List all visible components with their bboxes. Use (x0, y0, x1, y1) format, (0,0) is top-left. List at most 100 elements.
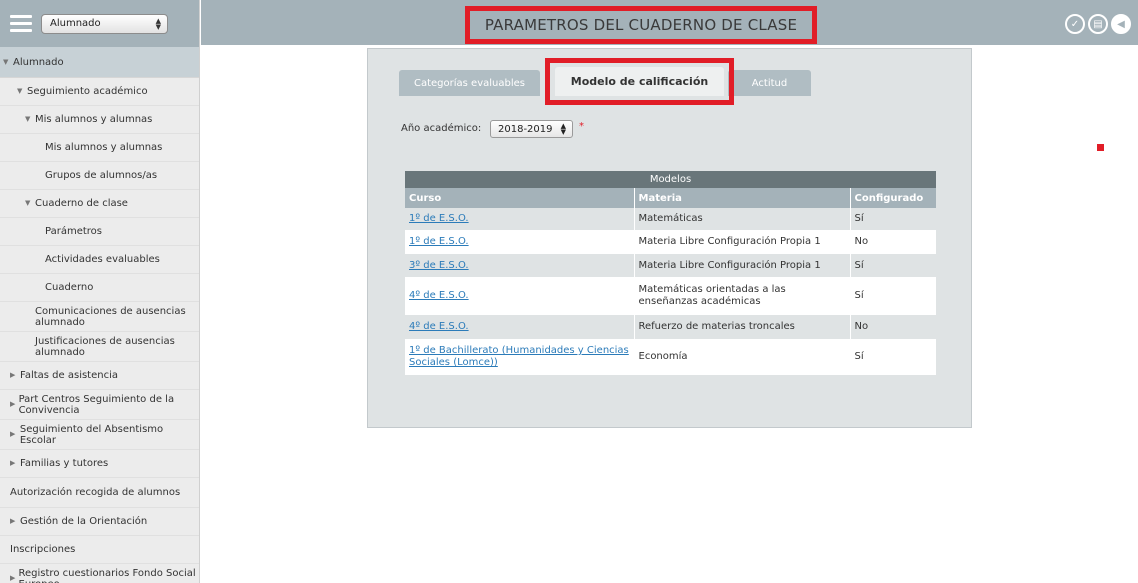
sidebar-item-grupos-alumnos[interactable]: Grupos de alumnos/as (0, 162, 199, 190)
curso-link[interactable]: 4º de E.S.O. (409, 321, 469, 332)
table-cell-configurado: Sí (850, 208, 936, 230)
sidebar-item-cuaderno-de-clase[interactable]: ▼ Cuaderno de clase (0, 190, 199, 218)
back-arrow-icon[interactable]: ◀ (1111, 14, 1131, 34)
sidebar: Alumnado ▲ ▼ ▼ Alumnado ▼ Seguimiento aca… (0, 0, 200, 583)
table-cell-configurado: Sí (850, 254, 936, 277)
curso-link[interactable]: 1º de E.S.O. (409, 236, 469, 247)
table-cell-configurado: No (850, 315, 936, 339)
table-cell-curso: 1º de E.S.O. (405, 230, 635, 254)
curso-link[interactable]: 1º de E.S.O. (409, 213, 469, 224)
sidebar-item-label: Familias y tutores (20, 458, 109, 469)
tab-modelo-calificacion[interactable]: Modelo de calificación (555, 67, 724, 96)
hamburger-menu-icon[interactable] (10, 15, 32, 32)
sidebar-section-alumnado[interactable]: ▼ Alumnado (0, 47, 199, 78)
required-marker: * (579, 121, 584, 132)
table-row: 4º de E.S.O. Refuerzo de materias tronca… (405, 315, 936, 339)
table-cell-materia: Matemáticas orientadas a las enseñanzas … (634, 277, 851, 315)
tab-actitud[interactable]: Actitud (728, 70, 811, 96)
sidebar-item-label: Gestión de la Orientación (20, 516, 148, 527)
table-row: 4º de E.S.O. Matemáticas orientadas a la… (405, 277, 936, 315)
sidebar-item-actividades-evaluables[interactable]: Actividades evaluables (0, 246, 199, 274)
collapsed-triangle-icon: ▶ (10, 400, 16, 408)
table-row: 1º de E.S.O. Materia Libre Configuración… (405, 230, 936, 254)
tab-label: Actitud (751, 77, 788, 89)
column-header-materia[interactable]: Materia (634, 188, 851, 208)
collapsed-triangle-icon: ▶ (10, 371, 16, 379)
sidebar-item-label: Seguimiento académico (27, 86, 148, 97)
sidebar-item-cuaderno[interactable]: Cuaderno (0, 274, 199, 302)
table-cell-curso: 4º de E.S.O. (405, 277, 635, 315)
ano-academico-value: 2018-2019 (498, 123, 553, 135)
table-row: 1º de E.S.O. Matemáticas Sí (405, 208, 936, 230)
sidebar-item-label: Faltas de asistencia (20, 370, 118, 381)
profile-select[interactable]: Alumnado ▲ ▼ (41, 13, 168, 34)
collapsed-triangle-icon: ▶ (10, 430, 16, 438)
document-icon[interactable]: ▤ (1088, 14, 1108, 34)
curso-link[interactable]: 4º de E.S.O. (409, 290, 469, 301)
annotation-marker (1097, 144, 1104, 151)
ano-academico-select[interactable]: 2018-2019 ▲ ▼ (490, 120, 573, 138)
title-highlight-box: PARAMETROS DEL CUADERNO DE CLASE (465, 6, 817, 44)
curso-link[interactable]: 1º de Bachillerato (Humanidades y Cienci… (409, 345, 629, 368)
sidebar-item-mis-alumnos[interactable]: Mis alumnos y alumnas (0, 134, 199, 162)
app-window: Alumnado ▲ ▼ ▼ Alumnado ▼ Seguimiento aca… (0, 0, 1138, 583)
table-cell-configurado: No (850, 230, 936, 254)
sidebar-item-convivencia[interactable]: ▶ Part Centros Seguimiento de la Convive… (0, 390, 199, 420)
sidebar-item-familias-tutores[interactable]: ▶ Familias y tutores (0, 450, 199, 478)
expanded-triangle-icon: ▼ (25, 199, 31, 207)
sidebar-item-justificaciones-ausencias[interactable]: Justificaciones de ausencias alumnado (0, 332, 199, 362)
expanded-triangle-icon: ▼ (17, 87, 23, 95)
sidebar-item-registro-cuestionarios[interactable]: ▶ Registro cuestionarios Fondo Social Eu… (0, 564, 199, 583)
column-header-configurado[interactable]: Configurado (850, 188, 936, 208)
select-arrows-icon: ▲ ▼ (155, 16, 161, 31)
sidebar-item-parametros[interactable]: Parámetros (0, 218, 199, 246)
table-cell-curso: 3º de E.S.O. (405, 254, 635, 277)
sidebar-item-label: Comunicaciones de ausencias alumnado (35, 305, 186, 328)
expanded-triangle-icon: ▼ (25, 115, 31, 123)
sidebar-item-label: Mis alumnos y alumnas (35, 114, 153, 125)
collapsed-triangle-icon: ▶ (10, 459, 16, 467)
table-cell-materia: Materia Libre Configuración Propia 1 (634, 254, 851, 277)
sidebar-item-autorizacion-recogida[interactable]: Autorización recogida de alumnos (0, 478, 199, 508)
sidebar-item-label: Cuaderno de clase (35, 198, 128, 209)
table-cell-materia: Matemáticas (634, 208, 851, 230)
sidebar-item-label: Actividades evaluables (45, 254, 160, 265)
expanded-triangle-icon: ▼ (3, 58, 9, 66)
sidebar-section-label: Alumnado (13, 56, 64, 68)
select-arrows-icon: ▲ ▼ (560, 122, 566, 136)
table-cell-curso: 1º de Bachillerato (Humanidades y Cienci… (405, 339, 635, 375)
table-row: 3º de E.S.O. Materia Libre Configuración… (405, 254, 936, 277)
check-icon[interactable]: ✓ (1065, 14, 1085, 34)
sidebar-item-label: Inscripciones (10, 544, 76, 555)
sidebar-top-bar: Alumnado ▲ ▼ (0, 0, 199, 47)
sidebar-item-gestion-orientacion[interactable]: ▶ Gestión de la Orientación (0, 508, 199, 536)
sidebar-item-faltas-asistencia[interactable]: ▶ Faltas de asistencia (0, 362, 199, 390)
sidebar-item-label: Grupos de alumnos/as (45, 170, 158, 181)
sidebar-item-comunicaciones-ausencias[interactable]: Comunicaciones de ausencias alumnado (0, 302, 199, 332)
sidebar-item-mis-alumnos-group[interactable]: ▼ Mis alumnos y alumnas (0, 106, 199, 134)
sidebar-item-absentismo[interactable]: ▶ Seguimiento del Absentismo Escolar (0, 420, 199, 450)
sidebar-item-label: Cuaderno (45, 282, 94, 293)
table-cell-curso: 4º de E.S.O. (405, 315, 635, 339)
table-cell-configurado: Sí (850, 277, 936, 315)
sidebar-item-inscripciones[interactable]: Inscripciones (0, 536, 199, 564)
page-header: PARAMETROS DEL CUADERNO DE CLASE ✓ ▤ ◀ (201, 0, 1138, 45)
sidebar-item-seguimiento-academico[interactable]: ▼ Seguimiento académico (0, 78, 199, 106)
tab-highlight-box: Modelo de calificación (545, 58, 734, 105)
ano-academico-label: Año académico: (401, 123, 482, 134)
page-title: PARAMETROS DEL CUADERNO DE CLASE (484, 16, 798, 34)
sidebar-item-label: Mis alumnos y alumnas (45, 142, 163, 153)
curso-link[interactable]: 3º de E.S.O. (409, 260, 469, 271)
sidebar-item-label: Registro cuestionarios Fondo Social Euro… (18, 567, 196, 583)
sidebar-item-label: Seguimiento del Absentismo Escolar (19, 423, 164, 446)
table-cell-configurado: Sí (850, 339, 936, 375)
tab-label: Modelo de calificación (570, 75, 709, 88)
modelos-table: Modelos Curso Materia Configurado 1º de … (405, 171, 936, 375)
profile-select-value: Alumnado (50, 18, 101, 29)
parameters-panel: Categorías evaluables Actitud Modelo de … (367, 48, 972, 428)
column-header-curso[interactable]: Curso (405, 188, 635, 208)
tab-label: Categorías evaluables (414, 77, 525, 89)
collapsed-triangle-icon: ▶ (10, 574, 16, 582)
tab-categorias-evaluables[interactable]: Categorías evaluables (399, 70, 540, 96)
table-caption: Modelos (405, 171, 936, 188)
